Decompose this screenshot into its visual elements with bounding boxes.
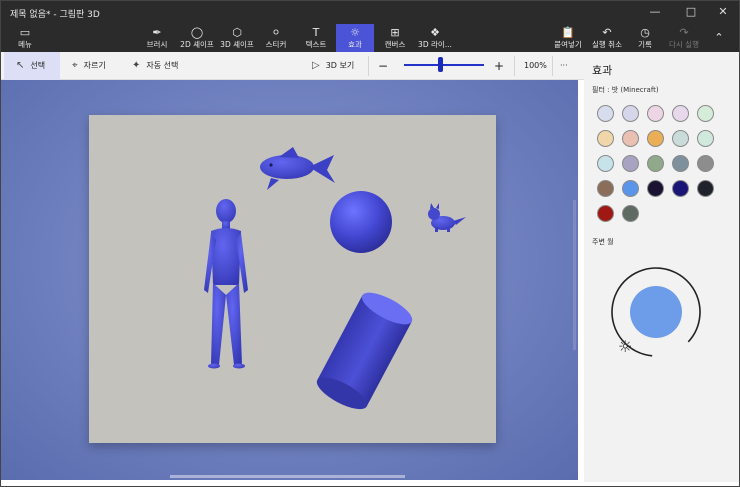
text-icon: T [312, 26, 320, 39]
filter-swatch[interactable] [672, 105, 689, 122]
menu-button[interactable]: ▭ 메뉴 [8, 24, 42, 52]
tab-effects[interactable]: ☼ 효과 [336, 24, 374, 52]
filter-swatch[interactable] [697, 155, 714, 172]
sun-icon[interactable]: ☼ [618, 337, 632, 356]
filter-swatch[interactable] [597, 205, 614, 222]
light-color-disc[interactable] [630, 286, 682, 338]
paste-icon: 📋 [561, 26, 575, 39]
filter-swatch[interactable] [647, 130, 664, 147]
divider [514, 56, 515, 76]
magic-select-button[interactable]: ✦ 자동 선택 [132, 52, 178, 80]
sphere-model[interactable] [330, 191, 392, 253]
zoom-level[interactable]: 100% [524, 52, 547, 80]
undo-icon: ↶ [602, 26, 612, 39]
sticker-icon: ⚪ [271, 26, 281, 39]
zoom-slider[interactable] [404, 64, 484, 66]
panel-title: 효과 [592, 64, 613, 77]
window-title: 제목 없음* - 그림판 3D [10, 10, 100, 20]
vertical-scrollbar[interactable] [573, 200, 576, 350]
filter-swatch[interactable] [622, 180, 639, 197]
filter-swatch[interactable] [697, 180, 714, 197]
filter-swatch[interactable] [597, 155, 614, 172]
maximize-icon[interactable]: □ [674, 0, 708, 24]
filter-swatch[interactable] [622, 155, 639, 172]
tab-brushes[interactable]: ✒ 브러시 [140, 24, 174, 52]
more-options-button[interactable]: ··· [560, 52, 568, 80]
crop-icon: ⌖ [72, 60, 78, 71]
cursor-icon: ↖ [16, 60, 25, 71]
filter-swatch[interactable] [697, 105, 714, 122]
tab-stickers[interactable]: ⚪ 스티커 [258, 24, 294, 52]
filter-swatch[interactable] [647, 155, 664, 172]
workspace[interactable] [0, 80, 578, 480]
tab-text[interactable]: T 텍스트 [298, 24, 334, 52]
effects-panel: 효과 필터 : 밧 (Minecraft) 주변 월 ☼ [584, 52, 740, 482]
3d-view-button[interactable]: ▷ 3D 보기 [312, 52, 354, 80]
filter-swatch[interactable] [672, 130, 689, 147]
library-icon: ❖ [430, 26, 440, 39]
redo-icon: ↷ [679, 26, 689, 39]
filter-swatch[interactable] [597, 180, 614, 197]
tab-canvas[interactable]: ⊞ 캔버스 [378, 24, 412, 52]
history-icon: ◷ [640, 26, 650, 39]
tab-2d-shapes[interactable]: ◯ 2D 셰이프 [176, 24, 218, 52]
sun-icon: ☼ [350, 26, 360, 39]
filter-swatch[interactable] [672, 155, 689, 172]
horizontal-scrollbar[interactable] [170, 475, 405, 478]
filter-swatch[interactable] [597, 105, 614, 122]
filter-swatch[interactable] [672, 180, 689, 197]
zoom-out-button[interactable]: − [378, 52, 388, 80]
divider [552, 56, 553, 76]
brush-icon: ✒ [152, 26, 162, 39]
filter-swatch[interactable] [597, 130, 614, 147]
cat-model[interactable] [428, 203, 466, 232]
human-figure-model[interactable] [204, 199, 248, 369]
3d-view-icon: ▷ [312, 60, 320, 71]
tab-3d-shapes[interactable]: ⬡ 3D 셰이프 [218, 24, 256, 52]
filter-swatch[interactable] [622, 130, 639, 147]
filter-swatch[interactable] [647, 180, 664, 197]
crop-button[interactable]: ⌖ 자르기 [70, 52, 106, 80]
minimize-icon[interactable]: — [638, 0, 672, 24]
redo-button[interactable]: ↷ 다시 실행 [664, 24, 704, 52]
history-button[interactable]: ◷ 기록 [630, 24, 660, 52]
folder-icon: ▭ [19, 26, 31, 39]
light-label: 주변 월 [592, 238, 614, 246]
filter-swatch[interactable] [647, 105, 664, 122]
filter-swatch[interactable] [697, 130, 714, 147]
title-bar: 제목 없음* - 그림판 3D — □ ✕ [0, 0, 740, 24]
zoom-in-button[interactable]: + [494, 52, 504, 80]
select-button[interactable]: ↖ 선택 [4, 52, 60, 80]
filter-swatch[interactable] [622, 205, 639, 222]
2d-shapes-icon: ◯ [190, 26, 204, 39]
ribbon: ▭ 메뉴 ✒ 브러시 ◯ 2D 셰이프 ⬡ 3D 셰이프 ⚪ 스티커 T 텍스트… [0, 24, 740, 52]
collapse-ribbon-button[interactable]: ⌃ [708, 24, 730, 52]
cube-icon: ⬡ [232, 26, 242, 39]
filter-label: 필터 : 밧 (Minecraft) [592, 86, 659, 94]
fish-model[interactable] [260, 147, 335, 190]
filter-swatch[interactable] [622, 105, 639, 122]
paste-button[interactable]: 📋 붙여넣기 [548, 24, 588, 52]
divider [368, 56, 369, 76]
canvas[interactable] [89, 115, 496, 443]
undo-button[interactable]: ↶ 실행 취소 [588, 24, 626, 52]
chevron-up-icon: ⌃ [714, 31, 724, 44]
scene [204, 147, 466, 416]
close-icon[interactable]: ✕ [706, 0, 740, 24]
zoom-slider-thumb[interactable] [438, 57, 443, 72]
tab-3d-library[interactable]: ❖ 3D 라이... [414, 24, 456, 52]
cylinder-model[interactable] [313, 287, 417, 416]
magic-select-icon: ✦ [132, 60, 141, 71]
canvas-icon: ⊞ [390, 26, 400, 39]
